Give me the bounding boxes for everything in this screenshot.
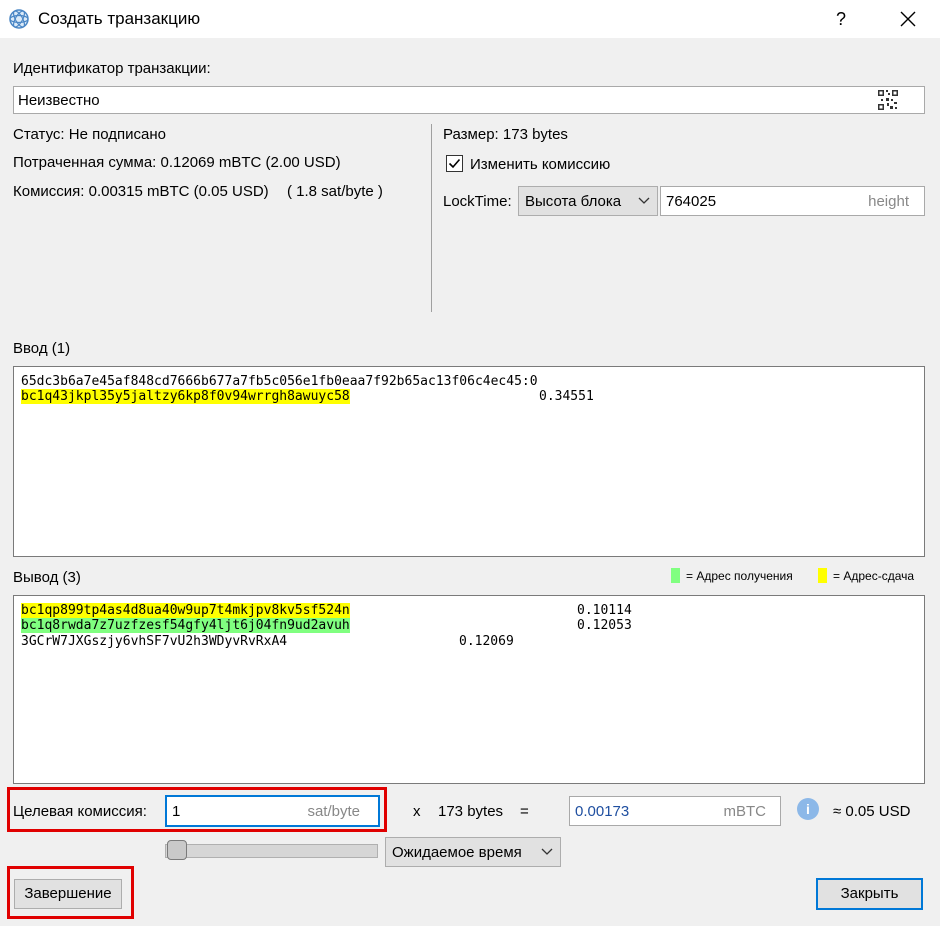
locktime-value: 764025 xyxy=(666,193,717,210)
window-title: Создать транзакцию xyxy=(38,9,201,28)
size-bytes-text: 173 bytes xyxy=(438,803,504,820)
electrum-app-icon xyxy=(9,9,29,29)
target-fee-label: Целевая комиссия: xyxy=(13,803,147,820)
target-fee-value: 1 xyxy=(172,803,181,820)
target-fee-input[interactable]: 1 sat/byte xyxy=(165,795,380,827)
receive-legend-text: = Адрес получения xyxy=(686,569,793,583)
target-fee-unit: sat/byte xyxy=(307,803,360,820)
equals-sign: = xyxy=(520,803,529,820)
change-legend-swatch xyxy=(818,568,827,583)
outputs-label: Вывод (3) xyxy=(13,569,81,586)
close-button[interactable]: Закрыть xyxy=(816,878,923,910)
chevron-down-icon xyxy=(638,197,650,204)
input-amount: 0.34551 xyxy=(539,389,594,404)
fee-mbtc-unit: mBTC xyxy=(723,803,767,820)
fee-mode-select[interactable]: Ожидаемое время xyxy=(385,837,561,867)
qr-code-icon[interactable] xyxy=(878,90,898,110)
transaction-id-value: Неизвестно xyxy=(18,92,100,109)
fee-slider-handle[interactable] xyxy=(167,840,187,860)
vertical-divider xyxy=(431,124,432,312)
transaction-id-field[interactable]: Неизвестно xyxy=(13,86,925,114)
edit-fee-label: Изменить комиссию xyxy=(470,156,611,173)
change-legend-text: = Адрес-сдача xyxy=(833,569,915,583)
inputs-label: Ввод (1) xyxy=(13,340,71,357)
close-icon xyxy=(900,11,916,27)
input-address: bc1q43jkpl35y5jaltzy6kp8f0v94wrrgh8awuyc… xyxy=(21,389,350,404)
output-amount: 0.12053 xyxy=(577,618,632,633)
fee-rate-text: ( 1.8 sat/byte ) xyxy=(287,183,383,200)
outputs-list[interactable]: bc1qp899tp4as4d8ua40w9up7t4mkjpv8kv5sf52… xyxy=(13,595,925,784)
window-close-button[interactable] xyxy=(890,4,926,34)
transaction-id-label: Идентификатор транзакции: xyxy=(13,60,211,77)
input-prevout: 65dc3b6a7e45af848cd7666b677a7fb5c056e1fb… xyxy=(21,374,538,389)
output-amount: 0.12069 xyxy=(459,634,514,649)
edit-fee-checkbox[interactable] xyxy=(446,155,463,172)
amount-sent-text: Потраченная сумма: 0.12069 mBTC (2.00 US… xyxy=(13,154,341,171)
checkmark-icon xyxy=(448,158,461,169)
multiply-sign: x xyxy=(413,803,421,820)
fee-usd-text: ≈ 0.05 USD xyxy=(833,803,911,820)
fee-mbtc-value: 0.00173 xyxy=(575,803,630,820)
finish-button[interactable]: Завершение xyxy=(14,879,122,909)
locktime-type-value: Высота блока xyxy=(525,193,622,210)
status-text: Статус: Не подписано xyxy=(13,126,166,143)
fee-text: Комиссия: 0.00315 mBTC (0.05 USD) xyxy=(13,183,269,200)
help-button[interactable]: ? xyxy=(826,4,856,34)
output-address: 3GCrW7JXGszjy6vhSF7vU2h3WDyvRvRxA4 xyxy=(21,634,288,649)
fee-mbtc-field[interactable]: 0.00173 mBTC xyxy=(569,796,781,826)
size-text: Размер: 173 bytes xyxy=(443,126,568,143)
receive-legend-swatch xyxy=(671,568,680,583)
locktime-unit: height xyxy=(868,193,909,210)
locktime-label: LockTime: xyxy=(443,193,512,210)
output-amount: 0.10114 xyxy=(577,603,632,618)
inputs-list[interactable]: 65dc3b6a7e45af848cd7666b677a7fb5c056e1fb… xyxy=(13,366,925,557)
locktime-input[interactable]: 764025 height xyxy=(660,186,925,216)
locktime-type-select[interactable]: Высота блока xyxy=(518,186,658,216)
chevron-down-icon xyxy=(541,848,553,855)
output-address: bc1qp899tp4as4d8ua40w9up7t4mkjpv8kv5sf52… xyxy=(21,603,350,618)
fee-mode-value: Ожидаемое время xyxy=(392,844,522,861)
fee-slider-track[interactable] xyxy=(165,844,378,858)
output-address: bc1q8rwda7z7uzfzesf54gfy4ljt6j04fn9ud2av… xyxy=(21,618,350,633)
info-icon[interactable]: i xyxy=(797,798,819,820)
